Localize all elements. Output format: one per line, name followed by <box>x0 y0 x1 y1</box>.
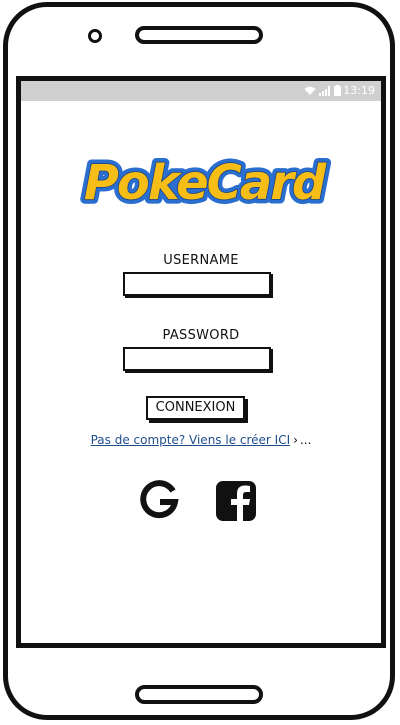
status-bar: 13:19 <box>21 81 381 101</box>
pokecard-logo: PokeCard PokeCard <box>79 151 333 216</box>
camera-icon <box>88 29 102 43</box>
username-field[interactable] <box>123 272 271 296</box>
signup-link[interactable]: Pas de compte? Viens le créer ICI <box>91 433 291 447</box>
chevron-right-icon: › <box>293 433 298 447</box>
connexion-button[interactable]: CONNEXION <box>146 396 245 420</box>
google-icon[interactable] <box>137 479 181 523</box>
signup-row: Pas de compte? Viens le créer ICI ›... <box>21 433 381 447</box>
status-icons <box>304 85 341 96</box>
status-time: 13:19 <box>343 84 375 97</box>
password-field[interactable] <box>123 347 271 371</box>
facebook-icon[interactable] <box>214 479 258 523</box>
signal-icon <box>319 86 330 96</box>
password-label: PASSWORD <box>162 328 240 343</box>
phone-screen: 13:19 PokeCard PokeCard USERNAME PASSWOR… <box>16 76 386 648</box>
username-label: USERNAME <box>163 253 239 268</box>
signup-ellipsis: ... <box>299 433 312 447</box>
speaker-grille <box>135 26 263 44</box>
wifi-icon <box>304 86 316 95</box>
svg-text:PokeCard: PokeCard <box>84 155 327 211</box>
home-button[interactable] <box>135 685 263 704</box>
battery-icon <box>334 85 341 96</box>
